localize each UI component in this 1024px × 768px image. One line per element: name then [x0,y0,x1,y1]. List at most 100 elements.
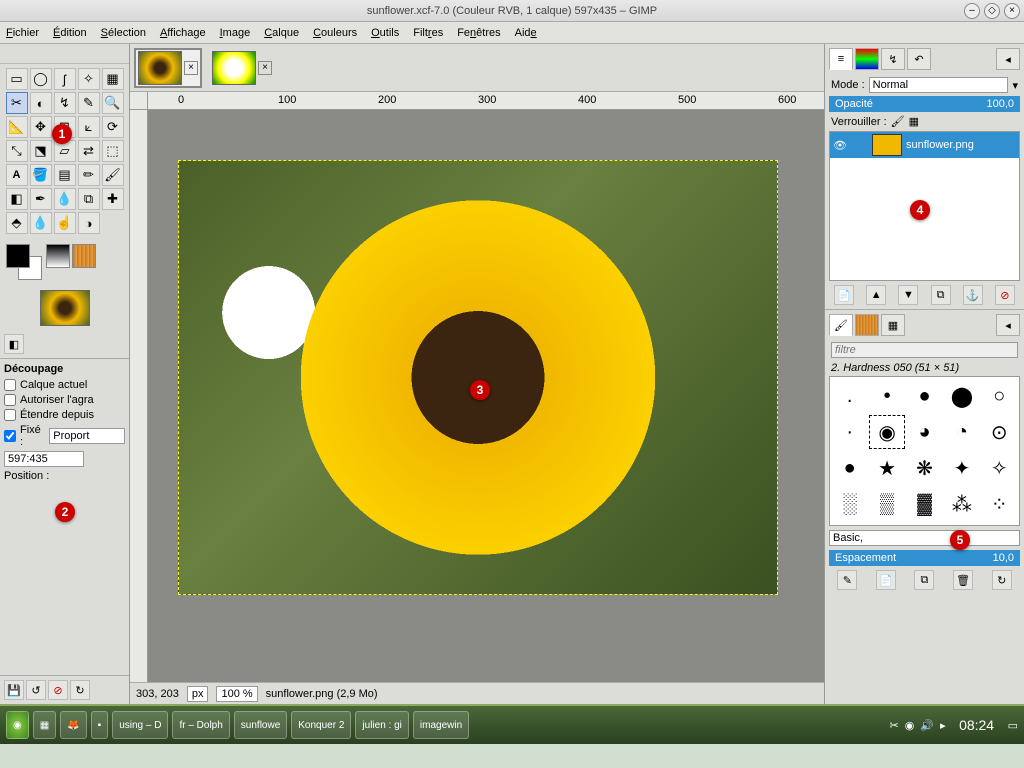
menu-windows[interactable]: Fenêtres [457,27,500,39]
layer-name[interactable]: sunflower.png [906,139,974,151]
flip-tool[interactable]: ⇄ [78,140,100,162]
menu-view[interactable]: Affichage [160,27,206,39]
smudge-tool[interactable]: ☝ [54,212,76,234]
menu-select[interactable]: Sélection [101,27,146,39]
shear-tool[interactable]: ⬔ [30,140,52,162]
paths-tab-icon[interactable]: ↯ [881,48,905,70]
tool-opts-tab[interactable]: ◧ [4,334,24,354]
spacing-slider[interactable]: Espacement10,0 [829,550,1020,566]
perspective-clone-tool[interactable]: ⬘ [6,212,28,234]
layer-row[interactable]: 👁 sunflower.png [830,132,1019,158]
dropdown-icon[interactable]: ▾ [1012,79,1018,92]
refresh-brush-icon[interactable]: ↻ [992,570,1012,590]
ellipse-select-tool[interactable]: ◯ [30,68,52,90]
show-desktop-icon[interactable]: ▭ [1008,719,1018,732]
pencil-tool[interactable]: ✏ [78,164,100,186]
tray-expand-icon[interactable]: ▸ [940,719,946,732]
move-tool[interactable]: ✥ [30,116,52,138]
volume-tray-icon[interactable]: 🔊 [920,719,934,732]
selected-brush[interactable]: ◉ [869,415,904,449]
edit-brush-icon[interactable]: ✎ [837,570,857,590]
clone-tool[interactable]: ⧉ [78,188,100,210]
bucket-fill-tool[interactable]: 🪣 [30,164,52,186]
measure-tool[interactable]: 📐 [6,116,28,138]
text-tool[interactable]: A [6,164,28,186]
menu-colors[interactable]: Couleurs [313,27,357,39]
maximize-button[interactable]: ◇ [984,3,1000,19]
unit-select[interactable]: px [187,686,209,702]
task-item[interactable]: fr – Dolph [172,711,229,739]
menu-help[interactable]: Aide [515,27,537,39]
duplicate-brush-icon[interactable]: ⧉ [914,570,934,590]
duplicate-layer-icon[interactable]: ⧉ [931,285,951,305]
blur-tool[interactable]: 💧 [30,212,52,234]
lasso-tool[interactable]: ʃ [54,68,76,90]
anchor-layer-icon[interactable]: ⚓ [963,285,983,305]
color-picker-tool[interactable]: ✎ [78,92,100,114]
delete-brush-icon[interactable]: 🗑 [953,570,973,590]
brush-preset-select[interactable]: Basic, [829,530,1020,546]
foreground-select-tool[interactable]: ◐ [30,92,52,114]
channels-tab-icon[interactable] [855,48,879,70]
cage-tool[interactable]: ⬚ [102,140,124,162]
close-button[interactable]: × [1004,3,1020,19]
menu-edit[interactable]: Édition [53,27,87,39]
pattern-swatch[interactable] [72,244,96,268]
ratio-input[interactable] [4,451,84,467]
layer-up-icon[interactable]: ▲ [866,285,886,305]
image-tab-2[interactable]: × [208,48,276,88]
task-item[interactable]: Konquer 2 [291,711,351,739]
layer-down-icon[interactable]: ▼ [898,285,918,305]
extend-checkbox[interactable] [4,409,16,421]
brushes-tab-icon[interactable]: 🖌 [829,314,853,336]
task-item[interactable]: sunflowe [234,711,287,739]
menu-layer[interactable]: Calque [264,27,299,39]
lock-alpha-icon[interactable]: ▦ [909,115,919,128]
network-tray-icon[interactable]: ◉ [905,719,915,732]
eraser-tool[interactable]: ◧ [6,188,28,210]
heal-tool[interactable]: ✚ [102,188,124,210]
ink-tool[interactable]: 💧 [54,188,76,210]
new-layer-icon[interactable]: 📄 [834,285,854,305]
layers-tab-icon[interactable]: ≡ [829,48,853,70]
menu-filters[interactable]: Filtres [413,27,443,39]
lock-pixels-icon[interactable]: 🖌 [891,115,905,128]
new-brush-icon[interactable]: 📄 [876,570,896,590]
zoom-select[interactable]: 100 % [216,686,257,702]
dock-menu-icon[interactable]: ◂ [996,314,1020,336]
current-layer-checkbox[interactable] [4,379,16,391]
blend-tool[interactable]: ▤ [54,164,76,186]
blend-mode-select[interactable]: Normal [869,77,1009,93]
allow-grow-checkbox[interactable] [4,394,16,406]
brush-filter-input[interactable] [831,342,1018,358]
fixed-checkbox[interactable] [4,430,16,442]
select-by-color-tool[interactable]: ▦ [102,68,124,90]
minimize-button[interactable]: – [964,3,980,19]
rotate-tool[interactable]: ⟳ [102,116,124,138]
eye-icon[interactable]: 👁 [832,139,848,152]
clock[interactable]: 08:24 [952,717,1002,733]
gradient-swatch[interactable] [46,244,70,268]
reset-preset-icon[interactable]: ↻ [70,680,90,700]
airbrush-tool[interactable]: ✒ [30,188,52,210]
rect-select-tool[interactable]: ▭ [6,68,28,90]
dodge-tool[interactable]: ◑ [78,212,100,234]
image-tab-1[interactable]: × [134,48,202,88]
crop-tool[interactable]: ⟀ [78,116,100,138]
menu-image[interactable]: Image [220,27,251,39]
restore-preset-icon[interactable]: ↺ [26,680,46,700]
menu-file[interactable]: Fichier [6,27,39,39]
undo-tab-icon[interactable]: ↶ [907,48,931,70]
patterns-tab-icon[interactable] [855,314,879,336]
wand-tool[interactable]: ✧ [78,68,100,90]
task-item[interactable]: imagewin [413,711,469,739]
close-tab-icon[interactable]: × [258,61,272,75]
paintbrush-tool[interactable]: 🖌 [102,164,124,186]
firefox-launcher[interactable]: 🦊 [60,711,86,739]
quick-launch[interactable]: ▦ [33,711,56,739]
menu-tools[interactable]: Outils [371,27,399,39]
task-item[interactable]: julien : gi [355,711,408,739]
delete-preset-icon[interactable]: ⊘ [48,680,68,700]
paths-tool[interactable]: ↯ [54,92,76,114]
gradients-tab-icon[interactable]: ▦ [881,314,905,336]
